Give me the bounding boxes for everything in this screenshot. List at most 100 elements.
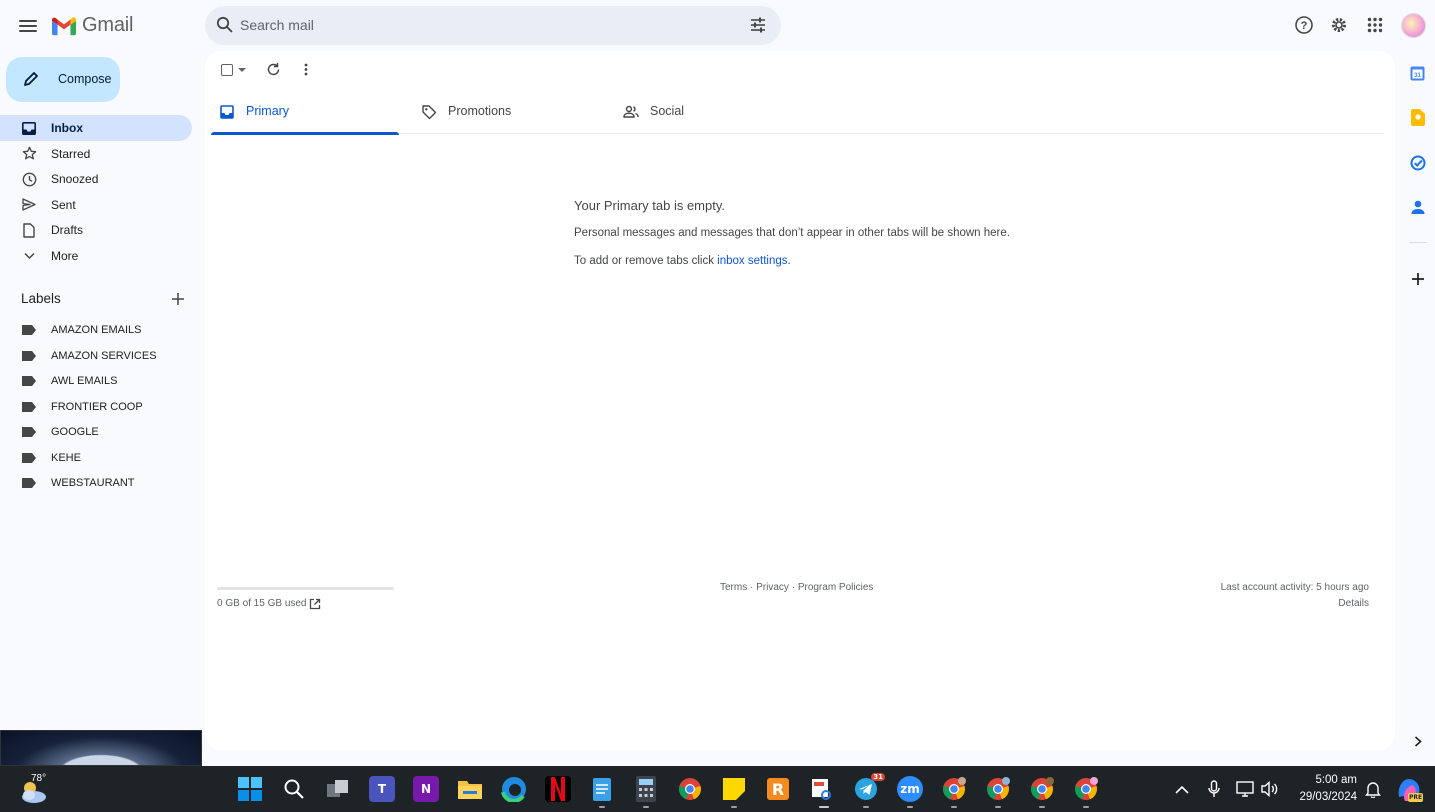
zoom-icon[interactable]: zm — [897, 776, 923, 802]
network-icon[interactable] — [1236, 780, 1254, 798]
label-item-frontier-coop[interactable]: FRONTIER COOP — [0, 394, 192, 420]
running-indicator — [599, 806, 605, 808]
telegram-icon[interactable]: 31 — [853, 773, 885, 802]
label-item-amazon-emails[interactable]: AMAZON EMAILS — [0, 317, 192, 343]
running-indicator — [1039, 806, 1045, 808]
tab-label: Primary — [246, 104, 290, 118]
tasks-icon[interactable] — [1409, 154, 1426, 171]
terms-link[interactable]: Terms — [720, 582, 747, 593]
microphone-icon[interactable] — [1205, 780, 1223, 798]
notepad-icon[interactable] — [589, 776, 615, 802]
show-hidden-icons-chevron-icon[interactable] — [1173, 780, 1191, 798]
calendar-icon[interactable]: 31 — [1409, 65, 1426, 82]
select-dropdown-icon[interactable] — [238, 68, 246, 72]
teams-icon[interactable]: T — [369, 776, 395, 802]
snipping-tool-icon[interactable] — [809, 776, 835, 802]
file-explorer-icon[interactable] — [457, 776, 483, 802]
search-options-icon[interactable] — [748, 15, 768, 35]
search-input[interactable] — [240, 14, 740, 36]
teams-letter: T — [377, 782, 387, 796]
netflix-icon[interactable] — [545, 776, 571, 802]
contacts-icon[interactable] — [1409, 199, 1426, 216]
tab-social[interactable]: Social — [615, 90, 803, 134]
privacy-link[interactable]: Privacy — [756, 582, 789, 593]
last-activity-text: Last account activity: 5 hours ago — [1220, 582, 1369, 593]
windows-start-icon[interactable] — [237, 776, 263, 802]
select-all-checkbox[interactable] — [221, 64, 233, 76]
compose-label: Compose — [58, 72, 112, 86]
account-avatar[interactable] — [1401, 13, 1426, 38]
expand-panel-chevron-icon[interactable] — [1409, 733, 1426, 750]
label-item-kehe[interactable]: KEHE — [0, 445, 192, 471]
open-external-icon[interactable] — [309, 598, 321, 610]
onenote-letter: N — [420, 782, 432, 796]
help-icon[interactable]: ? — [1292, 13, 1316, 37]
label-item-amazon-services[interactable]: AMAZON SERVICES — [0, 343, 192, 369]
sidebar-nav: Inbox Starred Snoozed Sent Drafts More — [0, 115, 192, 268]
star-icon — [21, 146, 37, 162]
zoom-letters: zm — [900, 782, 920, 796]
sidebar-item-label: Inbox — [51, 121, 83, 135]
running-indicator — [863, 806, 869, 808]
details-link[interactable]: Details — [1338, 598, 1369, 609]
windows-taskbar: 78° T N R 31 zm 5:00 am 29/03/2024 PRE — [0, 766, 1435, 812]
gmail-logo[interactable]: Gmail — [52, 14, 133, 37]
main-menu-button[interactable] — [16, 14, 40, 38]
label-item-webstaurant[interactable]: WEBSTAURANT — [0, 470, 192, 496]
chrome-profile-4-icon[interactable] — [1073, 776, 1099, 802]
edge-browser-icon[interactable] — [501, 776, 527, 802]
onenote-icon[interactable]: N — [413, 776, 439, 802]
label-name: AWL EMAILS — [51, 375, 118, 387]
hint-suffix: . — [787, 255, 791, 267]
sidebar-item-more[interactable]: More — [0, 243, 192, 269]
chrome-profile-2-icon[interactable] — [985, 776, 1011, 802]
more-vert-icon[interactable] — [302, 62, 310, 77]
gmail-logo-text: Gmail — [82, 14, 134, 36]
calculator-icon[interactable] — [633, 776, 659, 802]
settings-gear-icon[interactable] — [1327, 13, 1351, 37]
sidebar-item-drafts[interactable]: Drafts — [0, 217, 192, 243]
category-tabs: Primary Promotions Social — [211, 90, 1384, 135]
sidebar-item-starred[interactable]: Starred — [0, 141, 192, 167]
main-panel — [205, 51, 1395, 750]
inbox-settings-link[interactable]: inbox settings — [717, 255, 787, 267]
sidebar-item-snoozed[interactable]: Snoozed — [0, 166, 192, 192]
tab-label: Social — [650, 104, 685, 118]
chrome-profile-1-icon[interactable] — [941, 776, 967, 802]
keep-icon[interactable] — [1409, 109, 1426, 126]
chrome-profile-3-icon[interactable] — [1029, 776, 1055, 802]
video-thumbnail[interactable] — [0, 730, 202, 766]
storage-usage-text: 0 GB of 15 GB used — [217, 598, 307, 609]
refresh-icon[interactable] — [266, 62, 281, 77]
running-indicator — [907, 806, 913, 808]
search-bar — [205, 6, 781, 45]
label-name: KEHE — [51, 451, 81, 464]
apps-grid-icon[interactable] — [1363, 13, 1387, 37]
add-addon-icon[interactable] — [1409, 270, 1426, 287]
tab-primary[interactable]: Primary — [211, 90, 399, 135]
chrome-icon[interactable] — [677, 776, 703, 802]
taskbar-search-icon[interactable] — [281, 776, 307, 802]
pencil-icon — [24, 72, 38, 86]
sidebar-item-inbox[interactable]: Inbox — [0, 115, 192, 141]
sidebar-item-sent[interactable]: Sent — [0, 192, 192, 218]
add-label-icon[interactable] — [170, 291, 186, 307]
active-indicator — [819, 806, 829, 808]
task-view-icon[interactable] — [325, 776, 351, 802]
program-policies-link[interactable]: Program Policies — [798, 582, 874, 593]
notifications-bell-icon[interactable] — [1364, 780, 1382, 798]
label-item-awl-emails[interactable]: AWL EMAILS — [0, 368, 192, 394]
compose-button[interactable]: Compose — [6, 57, 120, 102]
copilot-icon[interactable]: PRE — [1395, 777, 1423, 803]
remote-desktop-icon[interactable]: R — [765, 776, 791, 802]
chevron-down-icon — [21, 248, 37, 264]
search-icon[interactable] — [215, 15, 235, 35]
label-item-google[interactable]: GOOGLE — [0, 419, 192, 445]
clock-date[interactable]: 29/03/2024 — [1277, 791, 1357, 803]
label-name: WEBSTAURANT — [51, 477, 135, 489]
sticky-notes-icon[interactable] — [721, 776, 747, 802]
tab-promotions[interactable]: Promotions — [413, 90, 601, 134]
labels-list: AMAZON EMAILS AMAZON SERVICES AWL EMAILS… — [0, 317, 192, 496]
sidebar-item-label: Sent — [51, 197, 76, 212]
clock-time[interactable]: 5:00 am — [1277, 774, 1357, 786]
